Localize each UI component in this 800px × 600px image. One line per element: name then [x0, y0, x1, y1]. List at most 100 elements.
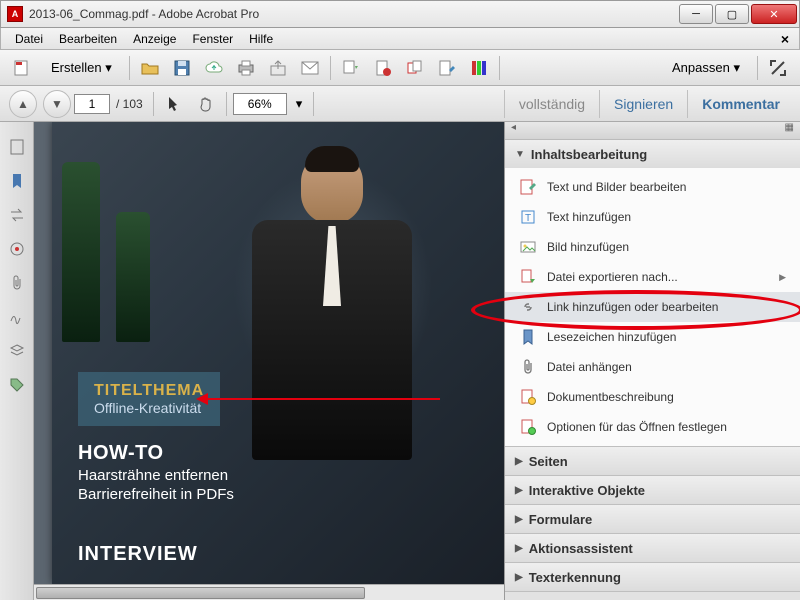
select-tool-icon[interactable]: [160, 90, 188, 118]
bottle-graphic: [116, 212, 150, 342]
signatures-icon[interactable]: [6, 306, 28, 328]
bookmark-icon: [519, 328, 537, 346]
titelthema-subtitle: Offline-Kreativität: [94, 400, 204, 416]
tool-add-edit-link[interactable]: Link hinzufügen oder bearbeiten: [505, 292, 800, 322]
nav-toolbar: ▲ ▼ / 103 ▾ vollständig Signieren Kommen…: [0, 86, 800, 122]
maximize-button[interactable]: ▢: [715, 4, 749, 24]
attachments-icon[interactable]: [6, 272, 28, 294]
close-button[interactable]: ✕: [751, 4, 797, 24]
horizontal-scrollbar[interactable]: [34, 584, 504, 600]
customize-button[interactable]: Anpassen ▾: [661, 54, 751, 82]
tool-add-bookmark[interactable]: Lesezeichen hinzufügen: [505, 322, 800, 352]
titelthema-label: TITELTHEMA: [94, 382, 204, 400]
chevron-down-icon: ▼: [515, 149, 525, 160]
section-label: Inhaltsbearbeitung: [531, 147, 647, 162]
chevron-right-icon: ▶: [779, 272, 786, 283]
chevron-right-icon: ▶: [515, 543, 523, 554]
export-pdf-icon[interactable]: [369, 54, 397, 82]
tab-full[interactable]: vollständig: [504, 90, 599, 118]
section-pages[interactable]: ▶Seiten: [505, 447, 800, 475]
tags-icon[interactable]: [6, 374, 28, 396]
section-interactive[interactable]: ▶Interaktive Objekte: [505, 476, 800, 504]
options-icon: [519, 418, 537, 436]
tool-add-image[interactable]: Bild hinzufügen: [505, 232, 800, 262]
convert-icon[interactable]: [337, 54, 365, 82]
menu-hilfe[interactable]: Hilfe: [241, 30, 281, 48]
swap-icon[interactable]: [6, 204, 28, 226]
fullscreen-icon[interactable]: [764, 54, 792, 82]
dropdown-caret-icon: ▾: [733, 60, 740, 76]
titlebar: A 2013-06_Commag.pdf - Adobe Acrobat Pro…: [0, 0, 800, 28]
left-sidebar: [0, 122, 34, 600]
document-area[interactable]: TITELTHEMA Offline-Kreativität HOW-TO Ha…: [34, 122, 504, 600]
page-number-input[interactable]: [74, 94, 110, 114]
chevron-right-icon: ▶: [515, 514, 523, 525]
pdf-page: TITELTHEMA Offline-Kreativität HOW-TO Ha…: [52, 122, 504, 584]
interview-label: INTERVIEW: [78, 543, 198, 566]
svg-text:T: T: [525, 213, 531, 224]
thumbnails-icon[interactable]: [6, 136, 28, 158]
menu-bearbeiten[interactable]: Bearbeiten: [51, 30, 125, 48]
tab-comment[interactable]: Kommentar: [687, 90, 794, 118]
email-icon[interactable]: [296, 54, 324, 82]
tool-attach-file[interactable]: Datei anhängen: [505, 352, 800, 382]
minimize-button[interactable]: ─: [679, 4, 713, 24]
page-count: / 103: [116, 97, 143, 111]
prev-page-button[interactable]: ▲: [9, 90, 37, 118]
create-pdf-icon[interactable]: [8, 54, 36, 82]
menu-fenster[interactable]: Fenster: [184, 30, 241, 48]
edit-tool-icon[interactable]: [433, 54, 461, 82]
link-icon: [519, 298, 537, 316]
dropdown-caret-icon: ▾: [105, 60, 112, 76]
bookmarks-icon[interactable]: [6, 170, 28, 192]
next-page-button[interactable]: ▼: [43, 90, 71, 118]
section-actions[interactable]: ▶Aktionsassistent: [505, 534, 800, 562]
color-icon[interactable]: [465, 54, 493, 82]
howto-line2: Barrierefreiheit in PDFs: [78, 486, 234, 503]
save-icon[interactable]: [168, 54, 196, 82]
menubar: Datei Bearbeiten Anzeige Fenster Hilfe ×: [0, 28, 800, 50]
add-image-icon: [519, 238, 537, 256]
open-icon[interactable]: [136, 54, 164, 82]
menu-datei[interactable]: Datei: [7, 30, 51, 48]
workspace: TITELTHEMA Offline-Kreativität HOW-TO Ha…: [0, 122, 800, 600]
create-label: Erstellen: [51, 60, 102, 75]
export-file-icon: [519, 268, 537, 286]
annotation-arrow: [200, 398, 440, 400]
print-icon[interactable]: [232, 54, 260, 82]
menu-anzeige[interactable]: Anzeige: [125, 30, 184, 48]
tab-sign[interactable]: Signieren: [599, 90, 687, 118]
chevron-right-icon: ▶: [515, 485, 523, 496]
zoom-input[interactable]: [233, 93, 287, 115]
howto-label: HOW-TO: [78, 442, 234, 465]
howto-line1: Haarsträhne entfernen: [78, 467, 234, 484]
zoom-dropdown-icon[interactable]: ▾: [291, 90, 308, 118]
section-ocr[interactable]: ▶Texterkennung: [505, 563, 800, 591]
main-toolbar: Erstellen ▾ Anpassen ▾: [0, 50, 800, 86]
tool-open-options[interactable]: Optionen für das Öffnen festlegen: [505, 412, 800, 442]
paperclip-icon: [519, 358, 537, 376]
person-graphic: [232, 152, 432, 512]
create-button[interactable]: Erstellen ▾: [40, 54, 123, 82]
section-content-editing[interactable]: ▼ Inhaltsbearbeitung: [505, 140, 800, 168]
tool-add-text[interactable]: TText hinzufügen: [505, 202, 800, 232]
share-icon[interactable]: [264, 54, 292, 82]
window-title: 2013-06_Commag.pdf - Adobe Acrobat Pro: [27, 7, 677, 21]
layers-icon[interactable]: [6, 340, 28, 362]
tools-panel: ◂ ▦ ▼ Inhaltsbearbeitung Text und Bilder …: [504, 122, 800, 600]
description-icon: [519, 388, 537, 406]
target-icon[interactable]: [6, 238, 28, 260]
combine-icon[interactable]: [401, 54, 429, 82]
document-close-button[interactable]: ×: [777, 31, 793, 47]
chevron-right-icon: ▶: [515, 456, 523, 467]
section-forms[interactable]: ▶Formulare: [505, 505, 800, 533]
hand-tool-icon[interactable]: [192, 90, 220, 118]
collapse-left-icon[interactable]: ◂: [511, 122, 516, 139]
tool-edit-text-images[interactable]: Text und Bilder bearbeiten: [505, 172, 800, 202]
add-text-icon: T: [519, 208, 537, 226]
tool-doc-description[interactable]: Dokumentbeschreibung: [505, 382, 800, 412]
panel-menu-icon[interactable]: ▦: [785, 122, 794, 139]
edit-text-icon: [519, 178, 537, 196]
cloud-icon[interactable]: [200, 54, 228, 82]
tool-export-file[interactable]: Datei exportieren nach...▶: [505, 262, 800, 292]
